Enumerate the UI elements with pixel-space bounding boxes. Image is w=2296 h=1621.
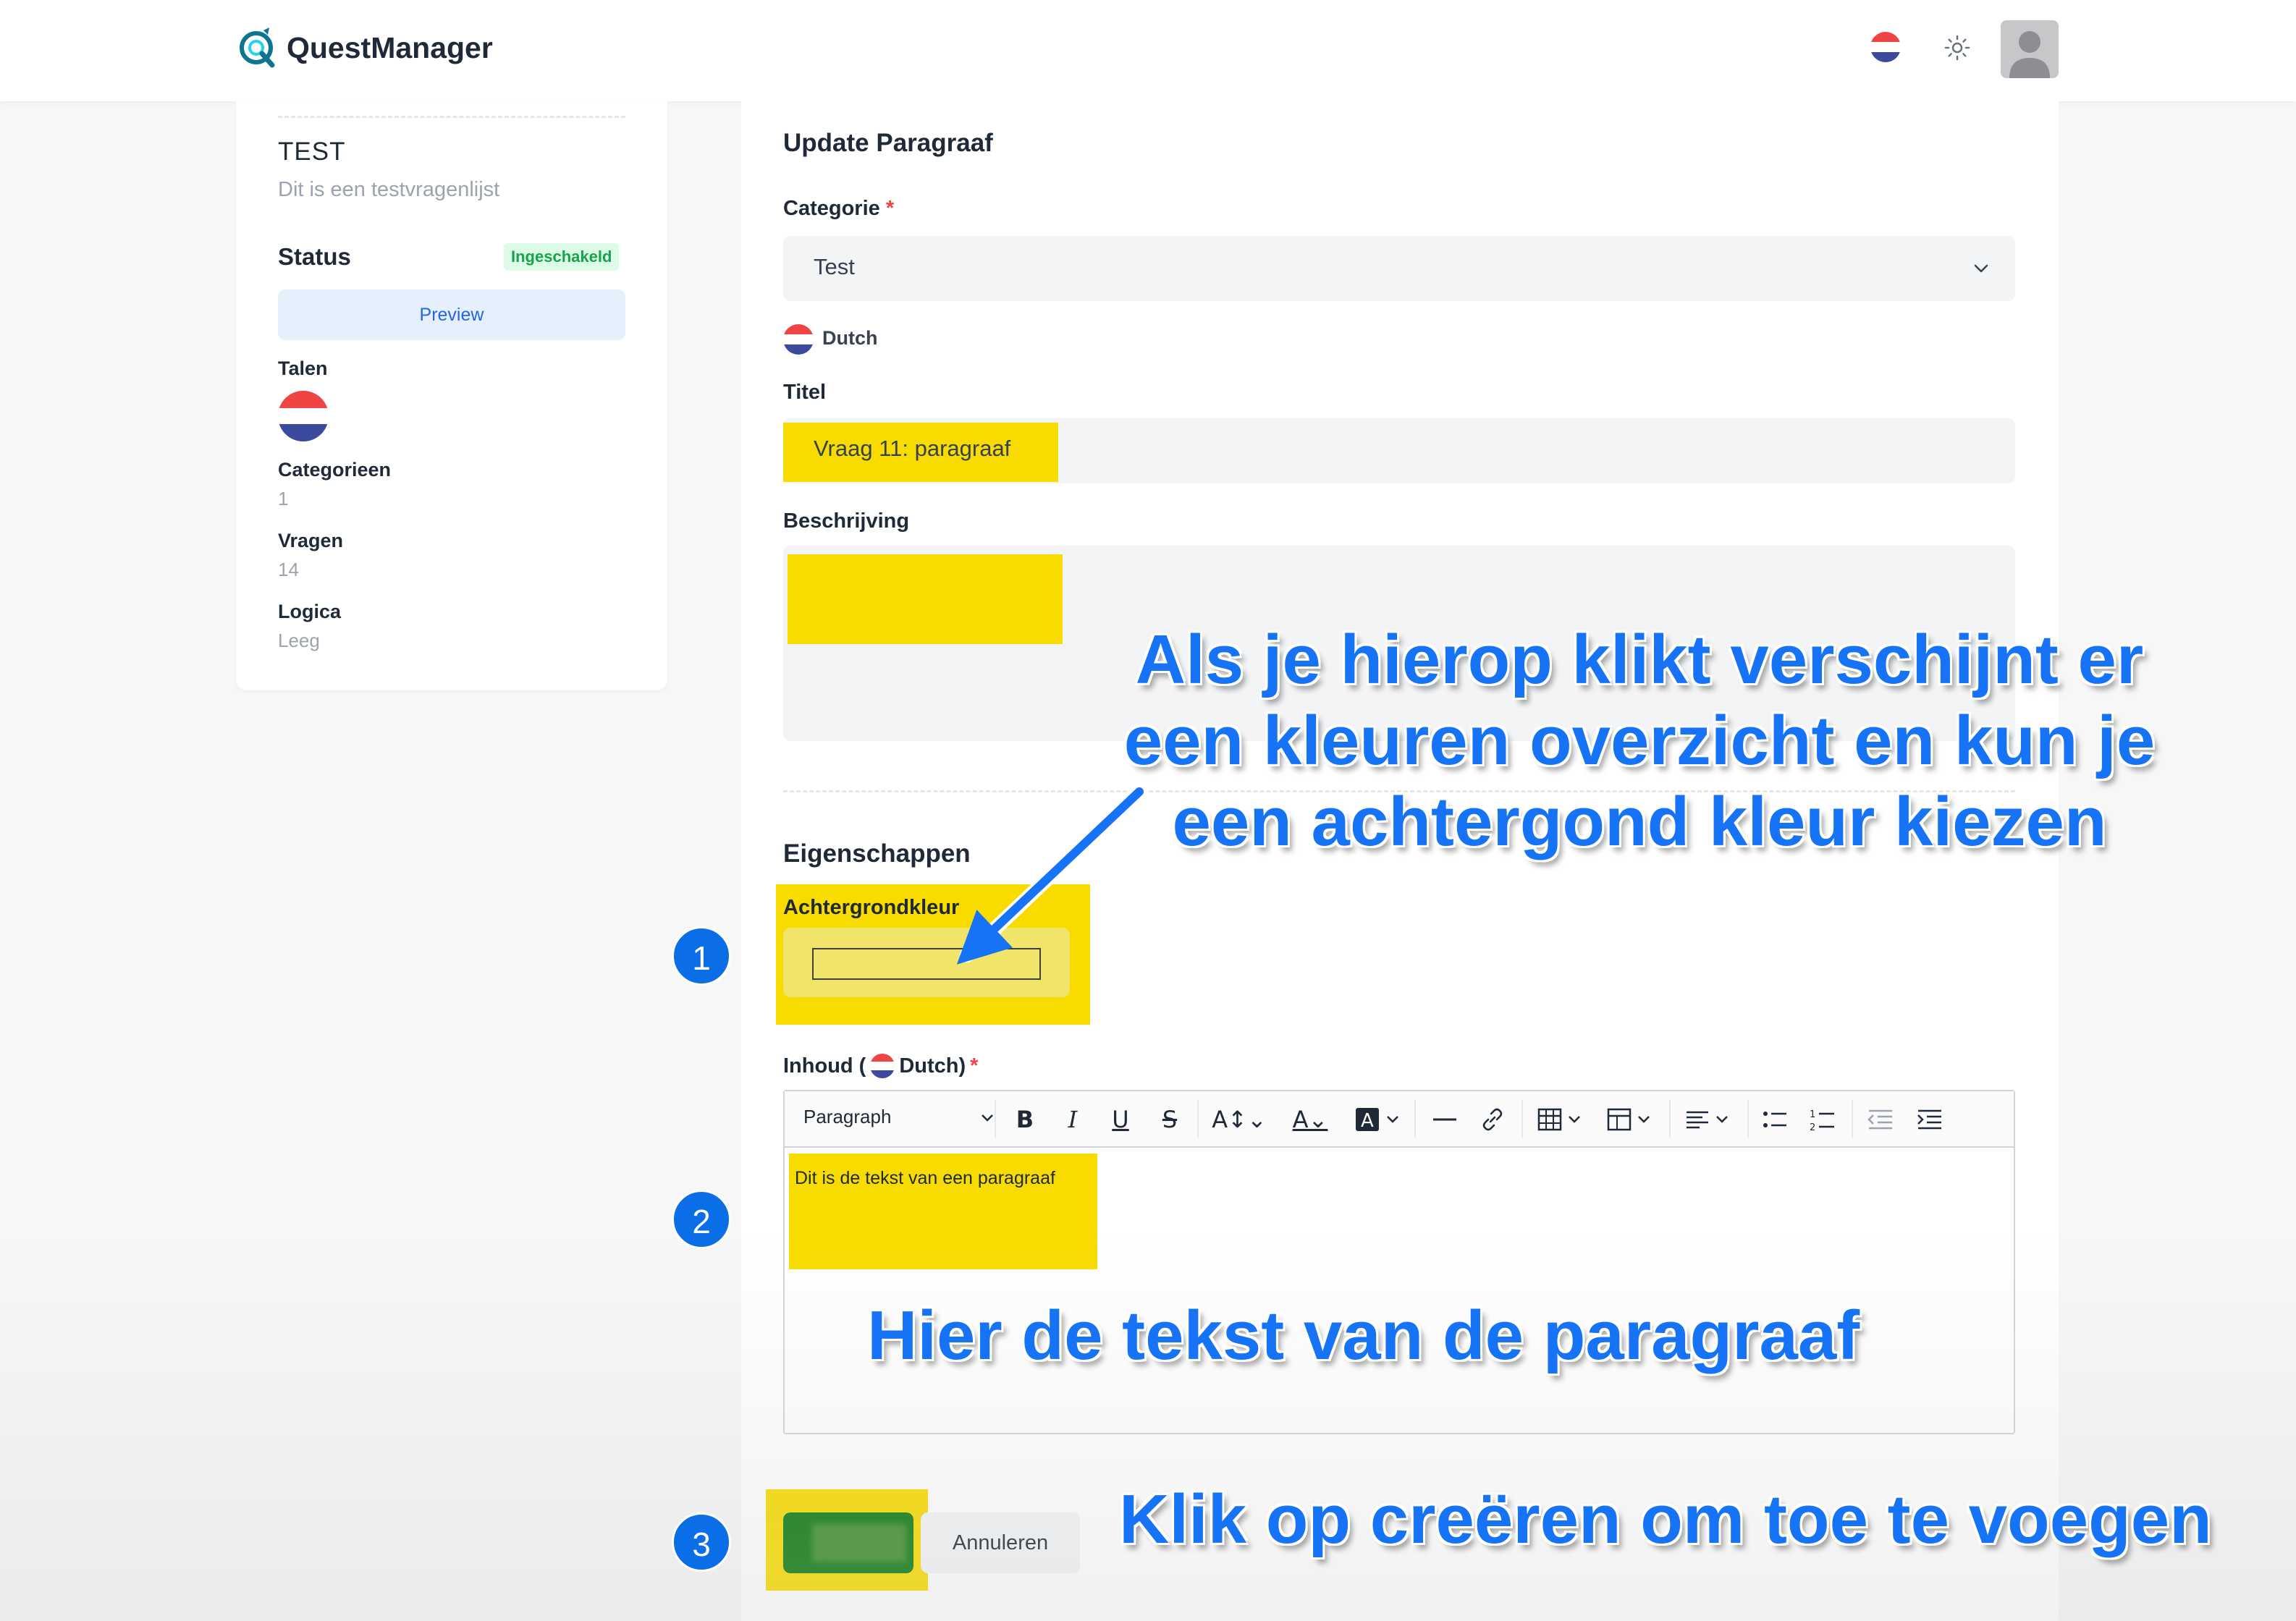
description-label: Beschrijving (783, 509, 910, 533)
stat-value-logic: Leeg (278, 630, 320, 651)
nl-flag-icon (870, 1054, 895, 1078)
font-size-icon[interactable]: A↕⌄ (1210, 1104, 1268, 1135)
questionnaire-description: Dit is een testvragenlijst (278, 178, 500, 201)
table-icon[interactable] (1535, 1104, 1592, 1135)
create-button-label-blurred (812, 1524, 906, 1562)
divider (278, 116, 625, 118)
annotation-create-note: Klik op creëren om toe te voegen (1119, 1481, 2212, 1558)
align-icon[interactable] (1682, 1104, 1740, 1135)
title-input-value: Vraag 11: paragraaf (814, 436, 1011, 461)
bulleted-list-icon[interactable] (1759, 1104, 1791, 1135)
highlight-description (788, 554, 1063, 644)
block-style-select[interactable]: Paragraph (803, 1106, 997, 1128)
numbered-list-icon[interactable]: 12 (1807, 1104, 1839, 1135)
category-label: Categorie * (783, 197, 895, 220)
indent-icon[interactable] (1914, 1104, 1946, 1135)
outdent-icon[interactable] (1865, 1104, 1896, 1135)
avatar-icon (2009, 31, 2050, 78)
status-label: Status (278, 243, 351, 270)
required-mark: * (970, 1054, 979, 1078)
nl-flag-icon[interactable] (278, 391, 329, 441)
step-badge-3: 3 (672, 1512, 731, 1572)
chevron-down-icon (1974, 264, 1988, 273)
horizontal-line-icon[interactable] (1429, 1104, 1461, 1135)
table-layout-icon[interactable] (1604, 1104, 1662, 1135)
category-select-value: Test (814, 254, 855, 279)
toolbar-separator (995, 1100, 996, 1138)
bold-icon[interactable]: B (1010, 1104, 1039, 1135)
annotation-text-note: Hier de tekst van de paragraaf (867, 1297, 1860, 1374)
nl-flag-icon[interactable] (1870, 32, 1901, 62)
stat-label-categories: Categorieen (278, 459, 392, 481)
editor-content-text[interactable]: Dit is de tekst van een paragraaf (795, 1168, 1055, 1189)
stat-label-questions: Vragen (278, 530, 344, 551)
stat-value-categories: 1 (278, 488, 289, 509)
svg-text:1: 1 (1810, 1109, 1815, 1120)
svg-text:A: A (1361, 1110, 1374, 1132)
stat-label-logic: Logica (278, 601, 342, 622)
category-select[interactable] (783, 236, 2015, 301)
strikethrough-icon[interactable]: S (1155, 1104, 1184, 1135)
step-badge-2: 2 (672, 1190, 731, 1249)
theme-sun-icon[interactable] (1943, 33, 1972, 62)
toolbar-separator (1414, 1100, 1416, 1138)
toolbar-separator (1852, 1100, 1853, 1138)
logo-icon[interactable] (236, 26, 278, 68)
languages-label: Talen (278, 357, 328, 379)
content-label-lang: Dutch) (899, 1054, 966, 1078)
highlight-color-icon[interactable]: A (1352, 1104, 1407, 1135)
cancel-button[interactable]: Annuleren (921, 1512, 1080, 1573)
toolbar-separator (1669, 1100, 1671, 1138)
nl-flag-icon (783, 324, 814, 355)
content-label: Inhoud ( Dutch) * (783, 1054, 978, 1078)
block-style-value: Paragraph (803, 1106, 892, 1127)
form-title: Update Paragraaf (783, 129, 993, 157)
svg-text:2: 2 (1810, 1122, 1815, 1133)
italic-icon[interactable]: I (1058, 1104, 1087, 1135)
content-label-prefix: Inhoud ( (783, 1054, 866, 1078)
questionnaire-title: TEST (278, 137, 346, 166)
status-badge: Ingeschakeld (504, 243, 620, 271)
app-title[interactable]: QuestManager (287, 29, 493, 67)
language-tag: Dutch (822, 327, 878, 349)
annotation-color-note: Als je hierop klikt verschijnt er een kl… (1123, 621, 2156, 860)
underline-icon[interactable]: U (1106, 1104, 1135, 1135)
stat-value-questions: 14 (278, 559, 299, 580)
preview-button[interactable]: Preview (278, 289, 625, 340)
avatar[interactable] (2001, 20, 2059, 78)
font-color-icon[interactable]: A⌄ (1283, 1104, 1338, 1135)
toolbar-separator (1521, 1100, 1523, 1138)
background-color-label: Achtergrondkleur (783, 896, 960, 919)
step-badge-1: 1 (672, 926, 731, 986)
title-label: Titel (783, 381, 827, 404)
link-icon[interactable] (1477, 1104, 1508, 1135)
toolbar-separator (1747, 1100, 1749, 1138)
toolbar-separator (1197, 1100, 1199, 1138)
